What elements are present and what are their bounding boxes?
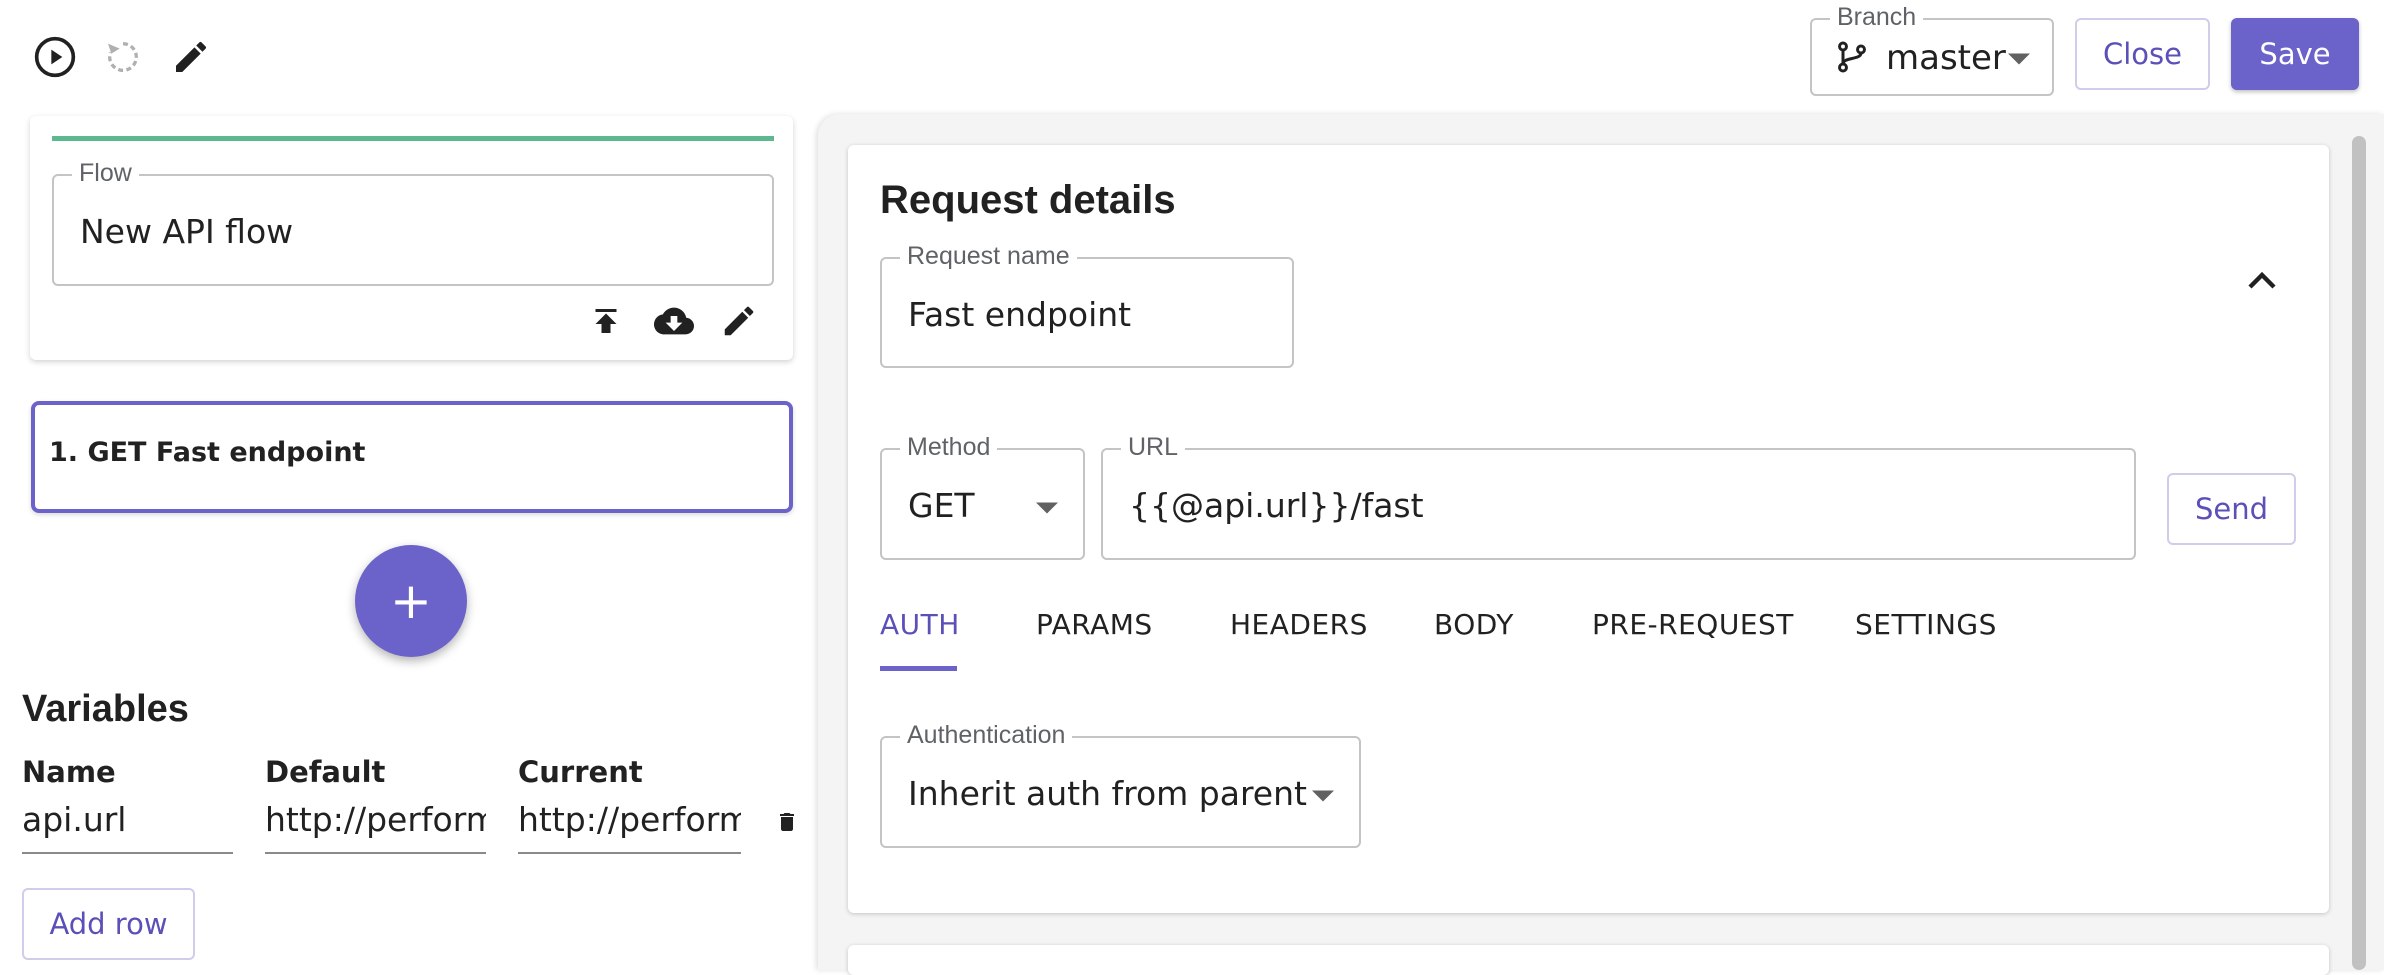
authentication-value: Inherit auth from parent — [908, 774, 1307, 813]
next-card — [848, 945, 2329, 975]
tab-pre-request[interactable]: PRE-REQUEST — [1592, 608, 1794, 641]
add-step-button[interactable]: + — [355, 545, 467, 657]
chevron-down-icon — [1036, 502, 1058, 514]
step-label: 1. GET Fast endpoint — [49, 437, 366, 468]
tab-active-indicator — [880, 666, 957, 671]
column-header-current: Current — [518, 755, 643, 789]
close-button[interactable]: Close — [2075, 18, 2210, 90]
flow-label: Flow — [72, 159, 139, 188]
save-button[interactable]: Save — [2231, 18, 2359, 90]
edit-flow-button[interactable] — [716, 298, 762, 344]
tab-params[interactable]: PARAMS — [1036, 608, 1153, 641]
variable-name-input[interactable]: api.url — [22, 800, 233, 854]
cloud-download-icon — [654, 307, 694, 335]
branch-select[interactable]: Branch master — [1810, 3, 2054, 96]
chevron-up-icon — [2248, 271, 2276, 289]
url-field[interactable]: URL {{@api.url}}/fast — [1101, 433, 2136, 560]
branch-label: Branch — [1830, 3, 1924, 32]
pencil-icon — [724, 306, 754, 336]
branch-value: master — [1886, 38, 2006, 78]
pencil-icon — [176, 41, 207, 72]
method-label: Method — [900, 433, 998, 462]
flow-name-value: New API flow — [80, 212, 294, 251]
reset-button[interactable] — [98, 32, 148, 82]
delete-row-button[interactable] — [772, 805, 802, 839]
scrollbar-thumb[interactable] — [2352, 136, 2366, 970]
play-circle-icon — [34, 36, 76, 78]
method-select[interactable]: Method GET — [880, 433, 1085, 560]
upload-icon — [595, 309, 617, 333]
flow-progress-bar — [52, 136, 774, 141]
run-flow-button[interactable] — [30, 32, 80, 82]
authentication-select[interactable]: Authentication Inherit auth from parent — [880, 721, 1361, 848]
request-name-label: Request name — [900, 242, 1077, 271]
tab-headers[interactable]: HEADERS — [1230, 608, 1368, 641]
variable-default-input[interactable]: http://performa — [265, 800, 486, 854]
chevron-down-icon — [2008, 53, 2030, 65]
plus-icon: + — [390, 572, 432, 630]
tab-auth[interactable]: AUTH — [880, 608, 960, 641]
column-header-default: Default — [265, 755, 386, 789]
collapse-button[interactable] — [2240, 258, 2284, 302]
edit-button[interactable] — [166, 32, 216, 82]
upload-button[interactable] — [583, 298, 629, 344]
column-header-name: Name — [22, 755, 116, 789]
variables-title: Variables — [22, 688, 189, 730]
authentication-label: Authentication — [900, 721, 1073, 750]
refresh-icon — [108, 42, 138, 72]
send-button[interactable]: Send — [2167, 473, 2296, 545]
url-value: {{@api.url}}/fast — [1129, 486, 1424, 525]
flow-name-field[interactable]: Flow New API flow — [52, 159, 774, 286]
flow-card: Flow New API flow — [30, 116, 793, 360]
request-name-field[interactable]: Request name Fast endpoint — [880, 242, 1294, 368]
flow-progress-fill — [52, 136, 774, 141]
request-name-value: Fast endpoint — [908, 295, 1132, 334]
method-value: GET — [908, 486, 975, 525]
add-row-button[interactable]: Add row — [22, 888, 195, 960]
tab-settings[interactable]: SETTINGS — [1855, 608, 1997, 641]
tab-body[interactable]: BODY — [1434, 608, 1514, 641]
variable-current-input[interactable]: http://performa — [518, 800, 741, 854]
git-branch-icon — [1838, 41, 1866, 73]
download-button[interactable] — [648, 298, 700, 344]
request-details-title: Request details — [880, 178, 1176, 222]
chevron-down-icon — [1312, 790, 1334, 802]
step-item-selected[interactable]: 1. GET Fast endpoint — [31, 401, 793, 513]
trash-icon — [780, 813, 794, 831]
url-label: URL — [1121, 433, 1186, 462]
